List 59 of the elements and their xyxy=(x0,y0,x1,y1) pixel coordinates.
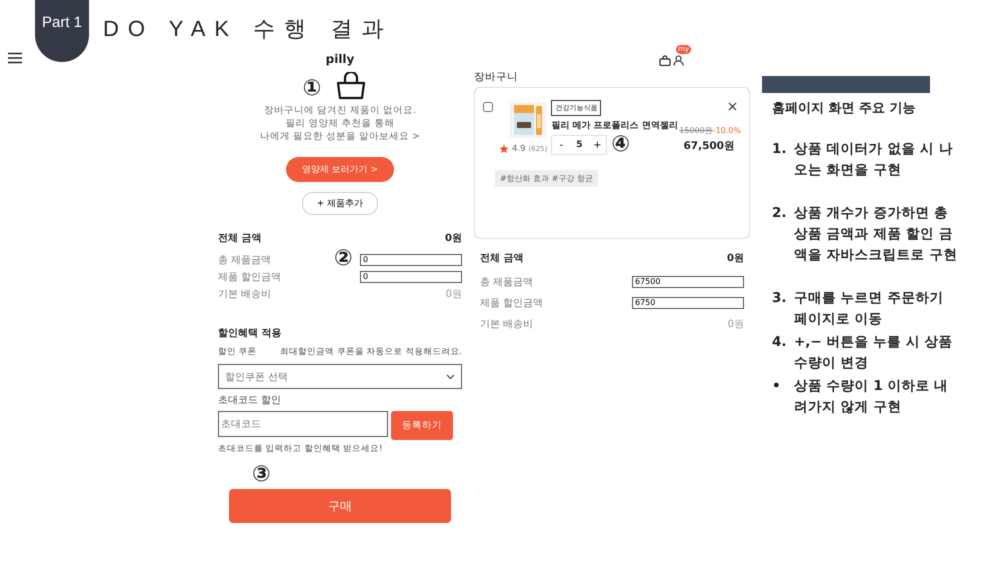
coupon-select[interactable]: 할인쿠폰 선택 xyxy=(218,364,462,389)
minus-button[interactable]: - xyxy=(552,140,570,150)
list-marker: 1. xyxy=(772,140,786,159)
referral-code-field[interactable]: 초대코드 xyxy=(218,411,388,437)
note-text: 구매를 누르면 주문하기 페이지로 이동 xyxy=(794,289,944,329)
summary-label: 총 제품금액 xyxy=(218,254,272,266)
hashtag-chip: #항산화 효과 #구강 항균 xyxy=(495,170,598,187)
pilly-logo: pilly xyxy=(326,52,354,66)
section-title: 할인혜택 적용 xyxy=(218,327,282,340)
cart-heading: 장바구니 xyxy=(474,70,519,84)
close-icon[interactable] xyxy=(728,102,737,111)
original-price: 15000원 xyxy=(679,126,713,135)
empty-cart-message: 장바구니에 담겨진 제품이 없어요. 필리 영양제 추천을 통해 나에게 필요한 성분을 알아보세요 > xyxy=(260,104,420,143)
referral-hint: 초대코드를 입력하고 할인혜택 받으세요! xyxy=(218,443,383,455)
summary-label: 제품 할인금액 xyxy=(218,270,282,284)
sale-price: 67,500원 xyxy=(683,139,735,153)
summary-title: 전체 금액 xyxy=(480,252,524,265)
amount-field[interactable]: 67500 xyxy=(632,276,744,288)
summary-label: 기본 배송비 xyxy=(480,318,534,330)
note-text: 상품 데이터가 없을 시 나오는 화면을 구현 xyxy=(794,140,954,180)
shopping-bag-icon[interactable] xyxy=(659,55,671,66)
menu-icon[interactable] xyxy=(7,52,23,64)
add-product-button[interactable]: + 제품추가 xyxy=(302,192,378,215)
discount-rate: -10.0% xyxy=(712,126,741,135)
amount-field[interactable]: 0 xyxy=(360,270,462,282)
step-number: ④ xyxy=(611,134,630,156)
referral-label: 초대코드 할인 xyxy=(218,394,282,407)
product-name: 필리 메가 프로폴리스 면역젤리 xyxy=(551,120,678,132)
star-icon xyxy=(499,144,509,154)
note-text: 상품 개수가 증가하면 총 상품 금액과 제품 할인 금액을 자바스크립트로 구현 xyxy=(794,204,958,265)
list-marker: 3. xyxy=(772,289,786,308)
step-number: ③ xyxy=(252,464,271,486)
amount-field[interactable]: 0 xyxy=(360,254,462,266)
note-text: 상품 수량이 1 이하로 내려가지 않게 구현 xyxy=(794,377,950,417)
item-checkbox[interactable] xyxy=(483,102,493,112)
step-number: ① xyxy=(302,78,322,100)
list-marker: 4. xyxy=(772,333,786,352)
plus-button[interactable]: + xyxy=(588,140,606,150)
coupon-note: 최대할인금액 쿠폰을 자동으로 적용해드려요. xyxy=(280,346,462,358)
notes-heading: 홈페이지 화면 주요 기능 xyxy=(772,100,917,117)
summary-value: 0원 xyxy=(446,288,462,300)
slide-title: DO YAK 수행 결과 xyxy=(103,15,392,43)
quantity-value: 5 xyxy=(575,140,584,150)
amount-field[interactable]: 6750 xyxy=(632,296,744,308)
shopping-bag-icon xyxy=(335,72,368,100)
rating-value: 4.9 xyxy=(512,144,526,154)
list-marker: 2. xyxy=(772,204,786,223)
summary-label: 기본 배송비 xyxy=(218,288,272,300)
list-marker: • xyxy=(772,377,782,396)
coupon-label: 할인 쿠폰 xyxy=(218,346,257,358)
summary-title: 전체 금액 xyxy=(218,232,262,245)
summary-label: 총 제품금액 xyxy=(480,276,534,288)
total-amount: 0원 xyxy=(445,232,462,245)
user-icon[interactable] xyxy=(673,55,684,66)
summary-label: 제품 할인금액 xyxy=(480,296,544,310)
note-text: +,− 버튼을 누를 시 상품 수량이 변경 xyxy=(794,333,954,373)
total-amount: 0원 xyxy=(727,252,744,265)
summary-value: 0원 xyxy=(728,318,744,330)
chevron-down-icon xyxy=(446,374,455,380)
